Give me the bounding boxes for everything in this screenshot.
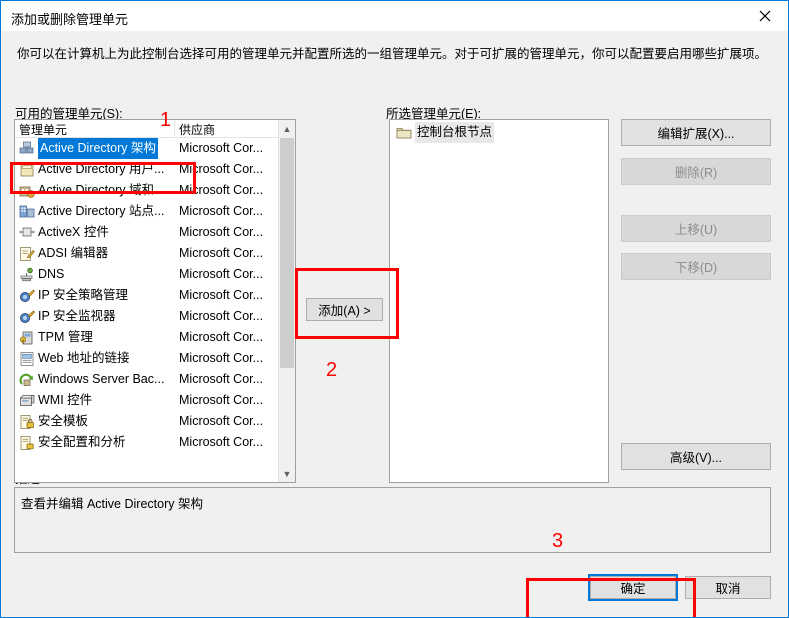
window-title: 添加或删除管理单元: [11, 12, 129, 27]
ok-button[interactable]: 确定: [588, 574, 678, 601]
list-item-vendor: Microsoft Cor...: [179, 162, 264, 176]
list-item-vendor: Microsoft Cor...: [179, 435, 264, 449]
list-item-vendor: Microsoft Cor...: [179, 267, 264, 281]
ipsec-policy-icon: [19, 288, 35, 304]
security-analysis-icon: [19, 435, 35, 451]
activex-icon: [19, 225, 35, 241]
edit-extensions-button[interactable]: 编辑扩展(X)...: [621, 119, 771, 146]
list-item[interactable]: Windows Server Bac... Microsoft Cor...: [15, 369, 295, 390]
list-item-name: Active Directory 架构: [38, 138, 158, 159]
list-item[interactable]: Active Directory 用户... Microsoft Cor...: [15, 159, 295, 180]
list-item[interactable]: WMI 控件 Microsoft Cor...: [15, 390, 295, 411]
list-item-vendor: Microsoft Cor...: [179, 414, 264, 428]
add-remove-snapins-dialog: 添加或删除管理单元 你可以在计算机上为此控制台选择可用的管理单元并配置所选的一组…: [0, 0, 789, 618]
wmi-icon: [19, 393, 35, 409]
move-up-button[interactable]: 上移(U): [621, 215, 771, 242]
security-templates-icon: [19, 414, 35, 430]
intro-text: 你可以在计算机上为此控制台选择可用的管理单元并配置所选的一组管理单元。对于可扩展…: [17, 47, 768, 61]
ad-users-icon: [19, 162, 35, 178]
list-item[interactable]: 安全配置和分析 Microsoft Cor...: [15, 432, 295, 453]
tree-item-label: 控制台根节点: [415, 122, 495, 143]
list-item[interactable]: 安全模板 Microsoft Cor...: [15, 411, 295, 432]
list-item[interactable]: Active Directory 架构 Microsoft Cor...: [15, 138, 295, 159]
list-item-name: WMI 控件: [38, 393, 93, 407]
list-item[interactable]: IP 安全策略管理 Microsoft Cor...: [15, 285, 295, 306]
add-button[interactable]: 添加(A) >: [306, 298, 383, 321]
list-item-vendor: Microsoft Cor...: [179, 372, 264, 386]
remove-button[interactable]: 删除(R): [621, 158, 771, 185]
ipsec-monitor-icon: [19, 309, 35, 325]
advanced-button[interactable]: 高级(V)...: [621, 443, 771, 470]
dialog-body: 你可以在计算机上为此控制台选择可用的管理单元并配置所选的一组管理单元。对于可扩展…: [1, 31, 788, 617]
list-item[interactable]: Active Directory 域和... Microsoft Cor...: [15, 180, 295, 201]
annotation-number-2: 2: [326, 359, 338, 381]
available-snapins-list[interactable]: 管理单元 供应商 Active Directory 架构 Microsoft Co…: [14, 119, 296, 483]
list-item-vendor: Microsoft Cor...: [179, 351, 264, 365]
list-item-name: Windows Server Bac...: [38, 372, 165, 386]
cancel-button[interactable]: 取消: [685, 576, 771, 599]
list-item-vendor: Microsoft Cor...: [179, 288, 264, 302]
list-item-name: TPM 管理: [38, 330, 93, 344]
list-item-vendor: Microsoft Cor...: [179, 141, 264, 155]
list-item-name: Web 地址的链接: [38, 351, 130, 365]
selected-snapins-tree[interactable]: 控制台根节点: [389, 119, 609, 483]
list-column-header: 管理单元 供应商: [15, 120, 295, 138]
ad-sites-icon: [19, 204, 35, 220]
move-down-button[interactable]: 下移(D): [621, 253, 771, 280]
list-item[interactable]: TPM 管理 Microsoft Cor...: [15, 327, 295, 348]
description-text: 查看并编辑 Active Directory 架构: [21, 497, 203, 511]
list-rows-container: Active Directory 架构 Microsoft Cor... Activ…: [15, 138, 295, 482]
list-item-name: Active Directory 域和...: [38, 183, 165, 197]
list-item-vendor: Microsoft Cor...: [179, 225, 264, 239]
list-item-name: ADSI 编辑器: [38, 246, 109, 260]
ad-schema-icon: [19, 141, 35, 157]
ad-domains-icon: [19, 183, 35, 199]
scrollbar-thumb[interactable]: [280, 138, 294, 368]
list-item-vendor: Microsoft Cor...: [179, 183, 264, 197]
available-list-scrollbar[interactable]: ▲ ▼: [278, 120, 295, 482]
scroll-up-icon[interactable]: ▲: [279, 120, 295, 137]
title-bar: 添加或删除管理单元: [1, 1, 788, 31]
list-item-name: IP 安全监视器: [38, 309, 116, 323]
tree-item-console-root[interactable]: 控制台根节点: [390, 122, 608, 143]
list-item[interactable]: DNS Microsoft Cor...: [15, 264, 295, 285]
scroll-down-icon[interactable]: ▼: [279, 465, 295, 482]
backup-icon: [19, 372, 35, 388]
list-item-name: ActiveX 控件: [38, 225, 109, 239]
description-box: 查看并编辑 Active Directory 架构: [14, 487, 771, 553]
list-item-vendor: Microsoft Cor...: [179, 330, 264, 344]
list-item-vendor: Microsoft Cor...: [179, 246, 264, 260]
column-header-snapin[interactable]: 管理单元: [19, 121, 67, 138]
list-item-vendor: Microsoft Cor...: [179, 393, 264, 407]
column-header-vendor[interactable]: 供应商: [179, 121, 215, 138]
column-divider[interactable]: [174, 120, 175, 138]
list-item[interactable]: IP 安全监视器 Microsoft Cor...: [15, 306, 295, 327]
tpm-icon: [19, 330, 35, 346]
close-glyph: [759, 10, 771, 21]
folder-icon: [396, 125, 412, 141]
adsi-edit-icon: [19, 246, 35, 262]
list-item-vendor: Microsoft Cor...: [179, 309, 264, 323]
list-item[interactable]: ADSI 编辑器 Microsoft Cor...: [15, 243, 295, 264]
list-item-name: Active Directory 站点...: [38, 204, 165, 218]
dns-icon: [19, 267, 35, 283]
close-icon[interactable]: [742, 1, 788, 30]
list-item-name: 安全模板: [38, 414, 89, 428]
list-item[interactable]: Active Directory 站点... Microsoft Cor...: [15, 201, 295, 222]
list-item-name: 安全配置和分析: [38, 435, 126, 449]
weblink-icon: [19, 351, 35, 367]
list-item-name: Active Directory 用户...: [38, 162, 165, 176]
list-item-name: IP 安全策略管理: [38, 288, 129, 302]
list-item[interactable]: Web 地址的链接 Microsoft Cor...: [15, 348, 295, 369]
list-item-name: DNS: [38, 267, 65, 281]
list-item-vendor: Microsoft Cor...: [179, 204, 264, 218]
list-item[interactable]: ActiveX 控件 Microsoft Cor...: [15, 222, 295, 243]
